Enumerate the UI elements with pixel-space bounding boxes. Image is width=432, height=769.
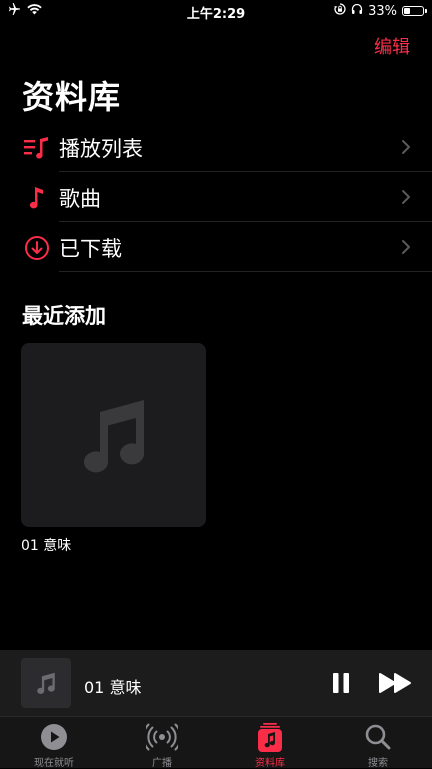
library-item-label: 歌曲 [59, 187, 101, 211]
music-note-icon [24, 185, 50, 211]
music-note-placeholder-icon [37, 672, 55, 694]
battery-level [404, 8, 410, 14]
tab-label: 现在就听 [34, 758, 74, 769]
tab-library[interactable]: 资料库 [216, 717, 324, 769]
album-title: 01 意味 [21, 538, 72, 554]
section-title-recently-added: 最近添加 [22, 304, 106, 328]
status-bar: 上午2:29 33% [0, 0, 432, 22]
forward-button[interactable] [378, 671, 414, 695]
tab-label: 广播 [152, 758, 172, 769]
album-artwork [21, 343, 206, 527]
orientation-lock-icon [334, 3, 346, 19]
battery-text: 33% [368, 3, 397, 19]
page-title: 资料库 [22, 78, 122, 116]
mini-player-title: 01 意味 [84, 678, 142, 697]
playlist-icon [24, 135, 50, 161]
library-list: 播放列表 歌曲 已下载 [0, 122, 432, 272]
edit-button[interactable]: 编辑 [374, 33, 410, 59]
library-item-playlists[interactable]: 播放列表 [0, 122, 432, 172]
tab-listen-now[interactable]: 现在就听 [0, 717, 108, 769]
download-circle-icon [24, 235, 50, 261]
radio-icon [142, 723, 182, 755]
tab-label: 搜索 [368, 758, 388, 769]
album-card[interactable]: 01 意味 [21, 343, 206, 555]
status-right: 33% [334, 3, 427, 19]
tab-radio[interactable]: 广播 [108, 717, 216, 769]
tab-bar: 现在就听 广播 资料库 搜索 [0, 716, 432, 769]
pause-icon [333, 673, 349, 693]
library-icon [256, 723, 284, 757]
chevron-right-icon [400, 238, 412, 256]
search-icon [364, 723, 392, 755]
battery-icon [402, 6, 427, 16]
library-item-downloaded[interactable]: 已下载 [0, 222, 432, 272]
library-item-label: 已下载 [59, 237, 122, 261]
mini-player-artwork [21, 658, 71, 708]
headphones-icon [351, 3, 363, 19]
mini-player[interactable]: 01 意味 [0, 650, 432, 716]
tab-search[interactable]: 搜索 [324, 717, 432, 769]
chevron-right-icon [400, 138, 412, 156]
library-item-label: 播放列表 [59, 137, 143, 161]
tab-label: 资料库 [255, 758, 285, 769]
music-note-placeholder-icon [83, 400, 144, 473]
chevron-right-icon [400, 188, 412, 206]
forward-icon [379, 673, 411, 693]
play-circle-icon [40, 723, 68, 755]
divider [59, 271, 432, 272]
pause-button[interactable] [330, 671, 352, 695]
library-item-songs[interactable]: 歌曲 [0, 172, 432, 222]
